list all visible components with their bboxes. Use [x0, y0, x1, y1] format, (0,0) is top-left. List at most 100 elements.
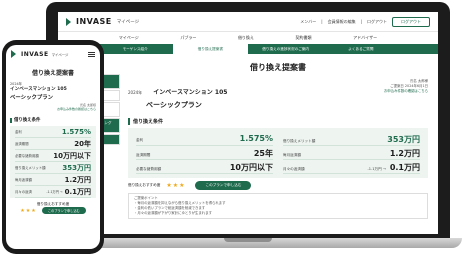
condition-value: 10万円以下 — [229, 163, 273, 172]
phone-mypage-label[interactable]: マイページ — [52, 52, 69, 57]
condition-value: 1.575% — [239, 134, 273, 143]
header-links: メンバー | 会員情報の編集 | ログアウト ログアウト — [300, 16, 430, 27]
menu-icon[interactable] — [88, 51, 95, 57]
condition-row: 借り換えメリット額 353万円 — [15, 162, 91, 174]
content-area: 借り換えプラン一覧 ライフも充実 1位 ベーシックプラン 月額の負担を抑える 一… — [58, 54, 438, 219]
nav-item-mypage[interactable]: マイページ — [119, 35, 139, 41]
mypage-label[interactable]: マイページ — [117, 19, 139, 25]
conditions-title: 借り換え条件 — [14, 118, 41, 123]
logout-button[interactable]: ログアウト — [392, 16, 430, 27]
condition-label: 毎月返済額 — [283, 153, 301, 157]
proposal-main: 借り換え提案書 2024年 インベースマンション 105 ベーシックプラン 氏名… — [128, 60, 428, 219]
user-info: 氏名 太郎様 ご提案日 2024年6月1日 お申込み件数の確認はこちら — [384, 79, 428, 94]
condition-label: 月々の返済 — [15, 190, 32, 194]
laptop-notch — [224, 238, 272, 242]
plan-name: ベーシックプラン — [10, 95, 54, 101]
sub-tabs: モーゲンス紹介 借り換え提案書 借り換えの進捗状況のご案内 よくあるご質問 — [58, 44, 438, 54]
condition-label: 必要な諸費用額 — [15, 154, 39, 158]
condition-value: 1.2万円 — [389, 149, 420, 158]
tab-progress[interactable]: 借り換えの進捗状況のご案内 — [249, 44, 323, 54]
property-date: 2024年 — [128, 90, 143, 95]
header-divider: | — [321, 19, 323, 24]
condition-value: 20年 — [74, 139, 91, 148]
apply-button[interactable]: このプランで申し込む — [41, 207, 86, 214]
phone-page-title: 借り換え提案書 — [31, 70, 74, 77]
conditions-title: 借り換え条件 — [133, 119, 164, 125]
property-name: インベースマンション 105 — [10, 87, 67, 92]
rating-label: 借り換えおすすめ度 — [128, 183, 161, 187]
condition-label: 金利 — [136, 138, 144, 142]
header-link-edit[interactable]: 会員情報の編集 — [328, 19, 356, 25]
condition-value: 1.575% — [61, 127, 91, 136]
site-logo[interactable]: INVASE — [66, 17, 112, 26]
header-link-member[interactable]: メンバー — [300, 19, 316, 25]
nav-item-refinance[interactable]: 借り換え — [238, 35, 254, 41]
phone-logo[interactable]: INVASE — [11, 50, 49, 58]
condition-label: 月々の返済額 — [283, 167, 305, 171]
condition-label: 借り換えメリット額 — [283, 139, 316, 143]
application-link[interactable]: お申込み件数の確認はこちら — [384, 89, 428, 94]
tab-proposal[interactable]: 借り換え提案書 — [173, 44, 248, 54]
heading-bar — [10, 117, 12, 123]
nav-item-publer[interactable]: パブラー — [180, 35, 196, 41]
condition-value: 0.1万円 — [389, 163, 420, 172]
condition-row: 金利 1.575% — [15, 126, 91, 138]
condition-value: 353万円 — [62, 163, 91, 172]
header-link-logout[interactable]: ログアウト — [367, 19, 387, 25]
logo-text: INVASE — [21, 50, 49, 58]
phone-header: INVASE マイページ — [6, 45, 100, 60]
logo-triangle-icon — [11, 50, 19, 58]
condition-row: 毎月返済額 1.2万円 — [283, 146, 420, 160]
logo-text: INVASE — [76, 17, 112, 26]
tab-faq[interactable]: よくあるご質問 — [324, 44, 398, 54]
main-nav: マイページ パブラー 借り換え 契約書類 アドバイザー — [58, 32, 438, 44]
condition-row: 月々の返済 -1.1万円 → 0.1万円 — [15, 186, 91, 198]
condition-row: 月々の返済額 -1.1万円 → 0.1万円 — [283, 160, 420, 174]
condition-prefix: -1.1万円 → — [46, 190, 63, 194]
tab-intro[interactable]: モーゲンス紹介 — [98, 44, 172, 54]
condition-prefix: -1.1万円 → — [367, 167, 386, 171]
condition-label: 返済期間 — [15, 142, 29, 146]
condition-label: 必要な諸費用額 — [136, 167, 162, 171]
nav-item-advisor[interactable]: アドバイザー — [353, 35, 377, 41]
property-info: 2024年 インベースマンション 105 ベーシックプラン 氏名 太郎様 ご提案… — [128, 79, 428, 110]
condition-value: 10万円以下 — [53, 151, 91, 160]
condition-value: 25年 — [253, 149, 273, 158]
recommend-rating: 借り換えおすすめ度 ★★★ このプランで申し込む — [128, 181, 428, 190]
phone-screen: INVASE マイページ 借り換え提案書 2024年 インベースマンション 10… — [6, 45, 100, 249]
user-info: 氏名 太郎様 お申込み件数の確認はこちら — [10, 103, 96, 111]
phone-property-info: 2024年 インベースマンション 105 ベーシックプラン 氏名 太郎様 お申込… — [6, 81, 100, 111]
phone-conditions-heading: 借り換え条件 — [6, 117, 100, 123]
nav-item-documents[interactable]: 契約書類 — [296, 35, 312, 41]
plan-name: ベーシックプラン — [146, 101, 202, 109]
condition-label: 金利 — [15, 130, 22, 134]
site-header: INVASE マイページ メンバー | 会員情報の編集 | ログアウト ログアウ… — [58, 12, 438, 32]
point-item: ・月々の返済額が下がり家計にゆとりが生まれます — [134, 211, 212, 215]
phone-recommend-rating: 借り換えおすすめ度 ★★★ このプランで申し込む — [6, 202, 100, 214]
logo-triangle-icon — [66, 17, 74, 26]
condition-label: 借り換えメリット額 — [15, 166, 46, 170]
condition-value: 0.1万円 — [64, 187, 91, 196]
condition-value: 1.2万円 — [64, 175, 91, 184]
application-link[interactable]: お申込み件数の確認はこちら — [10, 107, 96, 111]
phone-mockup: INVASE マイページ 借り換え提案書 2024年 インベースマンション 10… — [2, 40, 104, 254]
star-rating-icon: ★★★ — [166, 182, 186, 189]
condition-row: 必要な諸費用額 10万円以下 — [15, 150, 91, 162]
property-name: インベースマンション 105 — [153, 89, 228, 96]
apply-button[interactable]: このプランで申し込む — [195, 181, 252, 190]
conditions-grid: 金利 1.575% 借り換えメリット額 353万円 返済期間 25年 毎月返済額… — [128, 128, 428, 178]
heading-bar — [128, 118, 130, 125]
laptop-screen: INVASE マイページ メンバー | 会員情報の編集 | ログアウト ログアウ… — [58, 12, 438, 234]
header-divider: | — [360, 19, 362, 24]
condition-label: 返済期間 — [136, 153, 151, 157]
condition-row: 借り換えメリット額 353万円 — [283, 132, 420, 146]
condition-row: 金利 1.575% — [136, 132, 273, 146]
condition-row: 返済期間 25年 — [136, 146, 273, 160]
condition-row: 返済期間 20年 — [15, 138, 91, 150]
condition-row: 必要な諸費用額 10万円以下 — [136, 160, 273, 174]
conditions-heading: 借り換え条件 — [128, 118, 428, 125]
condition-row: 毎月返済額 1.2万円 — [15, 174, 91, 186]
proposal-points: ご提案ポイント ・毎月の返済額を抑えながら借り換えメリットを得られます ・金利の… — [128, 193, 428, 219]
phone-conditions-list: 金利 1.575% 返済期間 20年 必要な諸費用額 10万円以下 借り換えメリ… — [10, 126, 96, 198]
star-rating-icon: ★★★ — [20, 208, 37, 214]
